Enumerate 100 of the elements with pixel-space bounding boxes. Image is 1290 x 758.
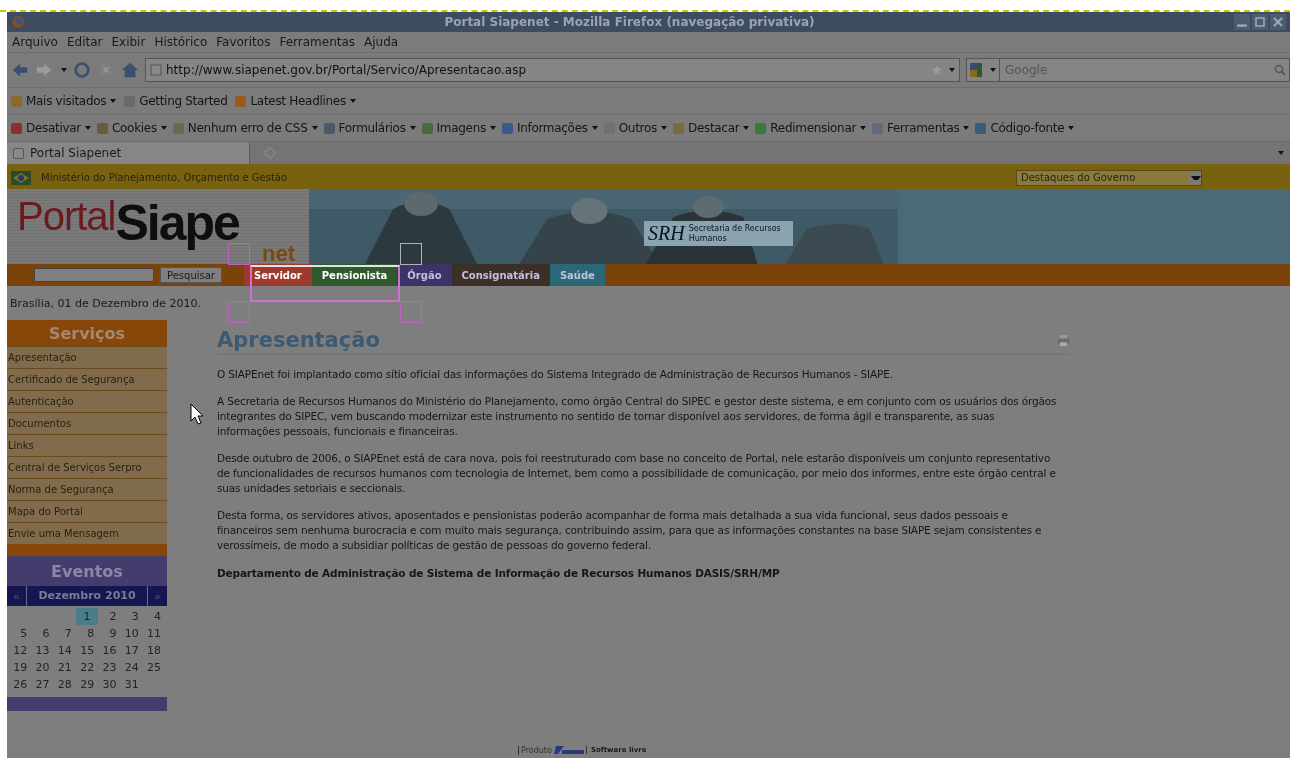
calendar-day[interactable]: 25 xyxy=(142,659,165,676)
calendar-day[interactable]: 13 xyxy=(31,642,54,659)
back-icon[interactable] xyxy=(11,61,29,79)
calendar-day[interactable]: 15 xyxy=(75,642,99,659)
calendar-day[interactable]: 8 xyxy=(75,625,99,642)
logo-icon xyxy=(553,745,584,755)
caret-icon[interactable] xyxy=(1278,151,1284,155)
search-button[interactable]: Pesquisar xyxy=(160,267,222,283)
toolbar-button[interactable]: Nenhum erro de CSS xyxy=(170,121,320,135)
toolbar-button[interactable]: Desativar xyxy=(9,121,93,135)
calendar-day[interactable]: 3 xyxy=(120,608,143,625)
date-text: Brasília, 01 de Dezembro de 2010. xyxy=(9,295,201,312)
home-icon[interactable] xyxy=(121,61,139,79)
calendar-day[interactable]: 24 xyxy=(120,659,143,676)
flag-icon xyxy=(11,170,31,185)
toolbar-button[interactable]: Redimensionar xyxy=(753,121,869,135)
toolbar-button[interactable]: Outros xyxy=(601,121,669,135)
calendar-day[interactable]: 7 xyxy=(53,625,76,642)
calendar-day[interactable]: 29 xyxy=(75,676,99,693)
month-label: Dezembro 2010 xyxy=(37,588,137,604)
logo-text: net xyxy=(262,241,295,267)
signature-text: Departamento de Administração de Sistema de Informação de Recursos Humanos DASIS/SRH/MP xyxy=(217,566,781,581)
printer-icon[interactable] xyxy=(1057,333,1070,347)
calendar-day[interactable]: 6 xyxy=(31,625,54,642)
toolbar-button[interactable]: Informações xyxy=(499,121,600,135)
menu-item[interactable]: Arquivo xyxy=(12,35,58,49)
calendar-day[interactable]: 17 xyxy=(120,642,143,659)
toolbar-button[interactable]: Código-fonte xyxy=(973,121,1077,135)
sidebar-link[interactable]: Documentos xyxy=(7,412,167,434)
selection-handle[interactable] xyxy=(228,301,250,323)
calendar-day[interactable]: 18 xyxy=(142,642,165,659)
calendar-day[interactable]: 20 xyxy=(31,659,54,676)
paragraph: Desde outubro de 2006, o SIAPEnet está de cara nova, pois foi reestruturado com base no conceito de Portal, nele estarão disponíveis um conjunto representativo de funcionalidades de recursos humanos com tecnologia de Internet, bem como a possibilidade de comunicação, por meio dos informes, entre este órgão central e suas unidades setoriais e seccionais. xyxy=(217,451,1057,496)
calendar-day[interactable]: 21 xyxy=(53,659,76,676)
page-title: Apresentação xyxy=(217,328,380,352)
calendar-day[interactable]: 31 xyxy=(120,676,143,693)
calendar-day[interactable]: 2 xyxy=(98,608,121,625)
paragraph: A Secretaria de Recursos Humanos do Ministério do Planejamento, como órgão Central do SIPEC e gestor deste sistema, e em conjunto com os usuários dos órgãos integrantes do SIPEC, vem buscando modernizar este instrumento no sentido de tornar disponível aos servidores, de forma ágil e transparente, as suas informações pessoais, funcionais e financeiras. xyxy=(217,394,1058,439)
calendar-day[interactable]: 27 xyxy=(31,676,54,693)
caret-icon[interactable] xyxy=(949,68,955,72)
menu-item[interactable]: Exibir xyxy=(111,35,146,49)
reload-icon[interactable] xyxy=(73,61,91,79)
search-field[interactable] xyxy=(34,268,154,282)
search-engine-button[interactable] xyxy=(966,58,1000,82)
services-heading: Serviços xyxy=(7,320,167,346)
calendar-day[interactable]: 16 xyxy=(98,642,121,659)
calendar-day[interactable]: 5 xyxy=(9,625,32,642)
menu-item[interactable]: Editar xyxy=(66,35,103,49)
sidebar-link[interactable]: Certificado de Segurança xyxy=(7,368,167,390)
nav-tab[interactable]: Órgão xyxy=(397,264,452,286)
calendar-day[interactable]: 30 xyxy=(98,676,121,693)
calendar-day[interactable]: 26 xyxy=(9,676,32,693)
events-heading: Eventos xyxy=(7,556,167,586)
sidebar-link[interactable]: Envie uma Mensagem xyxy=(7,522,167,544)
highlights-dropdown[interactable]: Destaques do Governo xyxy=(1016,169,1202,186)
sidebar-link[interactable]: Central de Serviços Serpro xyxy=(7,456,167,478)
calendar-day[interactable]: 23 xyxy=(98,659,121,676)
bookmark-button[interactable]: Latest Headlines xyxy=(233,94,358,108)
menu-item[interactable]: Ferramentas xyxy=(279,35,356,49)
calendar-day[interactable]: 12 xyxy=(9,642,32,659)
bookmark-button[interactable]: Getting Started xyxy=(122,94,230,108)
sidebar-link[interactable]: Mapa do Portal xyxy=(7,500,167,522)
sidebar-link[interactable]: Autenticação xyxy=(7,390,167,412)
ministry-label: Ministério do Planejamento, Orçamento e Gestão xyxy=(41,172,288,183)
menu-item[interactable]: Favoritos xyxy=(216,35,271,49)
calendar-day[interactable]: 11 xyxy=(142,625,165,642)
toolbar-button[interactable]: Ferramentas xyxy=(870,121,972,135)
toolbar-button[interactable]: Destacar xyxy=(670,121,752,135)
bookmark-button[interactable]: Mais visitados xyxy=(9,94,119,108)
toolbar-button[interactable]: Cookies xyxy=(94,121,169,135)
paragraph: Desta forma, os servidores ativos, aposentados e pensionistas poderão acompanhar de forma mais detalhada a sua vida funcional, seus dados pessoais e financeiros sem nenhuma burocracia e com muito mais segurança, contribuindo assim, para que as informações constantes na base SIAPE sejam consistentes e verossímeis, de modo a subsidiar políticas de gestão de pessoas do governo federal. xyxy=(217,508,1043,553)
calendar-day[interactable]: 28 xyxy=(53,676,76,693)
cursor-icon xyxy=(190,403,204,425)
forward-icon[interactable] xyxy=(35,61,53,79)
nav-tab[interactable]: Consignatária xyxy=(451,264,550,286)
sidebar-link[interactable]: Norma de Segurança xyxy=(7,478,167,500)
address-field[interactable]: http://www.siapenet.gov.br/Portal/Servico/Apresentacao.asp xyxy=(145,58,960,82)
caret-icon[interactable] xyxy=(61,68,67,72)
toolbar-button[interactable]: Formulários xyxy=(321,121,418,135)
sidebar-link[interactable]: Apresentação xyxy=(7,346,167,368)
paragraph: O SIAPEnet foi implantado como sítio oficial das informações do Sistema Integrado de Administração de Recursos Humanos - SIAPE. xyxy=(217,367,894,382)
calendar-day[interactable]: 14 xyxy=(53,642,76,659)
calendar-day[interactable]: 10 xyxy=(120,625,143,642)
maximize-icon[interactable] xyxy=(1252,14,1268,30)
sidebar-link[interactable]: Links xyxy=(7,434,167,456)
calendar-day[interactable]: 1 xyxy=(75,608,99,625)
selection-handle[interactable] xyxy=(400,301,422,323)
selection-handle[interactable] xyxy=(400,243,422,265)
menu-item[interactable]: Ajuda xyxy=(364,35,399,49)
close-icon[interactable] xyxy=(1270,14,1286,30)
menu-item[interactable]: Histórico xyxy=(154,35,208,49)
browser-tab[interactable]: Portal Siapenet xyxy=(7,142,250,164)
calendar-day[interactable]: 19 xyxy=(9,659,32,676)
minimize-icon[interactable] xyxy=(1234,14,1250,30)
calendar-day[interactable]: 4 xyxy=(142,608,165,625)
nav-tab[interactable]: Saúde xyxy=(549,264,605,286)
calendar-day[interactable]: 22 xyxy=(75,659,99,676)
toolbar-button[interactable]: Imagens xyxy=(419,121,498,135)
calendar-day[interactable]: 9 xyxy=(98,625,121,642)
globe-icon xyxy=(11,15,25,29)
